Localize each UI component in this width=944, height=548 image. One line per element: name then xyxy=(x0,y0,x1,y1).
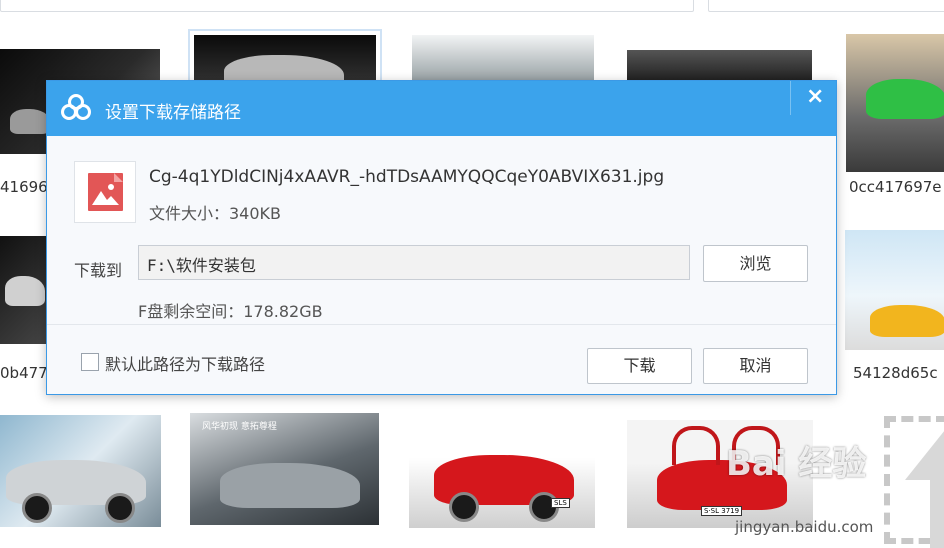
gallery-thumbnail[interactable] xyxy=(0,415,161,527)
cancel-button[interactable]: 取消 xyxy=(703,348,808,384)
baidu-watermark: Bai 经验 xyxy=(726,444,867,484)
browse-button[interactable]: 浏览 xyxy=(703,245,808,282)
car-wheel xyxy=(449,492,479,522)
gallery-thumbnail[interactable] xyxy=(412,35,594,80)
dialog-title: 设置下载存储路径 xyxy=(105,103,241,123)
gallery-thumbnail[interactable] xyxy=(0,236,46,344)
download-to-label: 下载到 xyxy=(74,261,123,280)
download-path-input[interactable]: F:\软件安装包 xyxy=(138,245,690,280)
gallery-thumbnail[interactable] xyxy=(845,230,944,350)
upload-arrow-icon xyxy=(905,430,944,480)
dialog-divider xyxy=(47,324,836,325)
thumbnail-caption: 0b477 xyxy=(0,364,46,382)
cloud-logo-icon xyxy=(61,94,91,120)
gallery-thumbnail[interactable] xyxy=(846,34,944,172)
dialog-header[interactable]: 设置下载存储路径 × xyxy=(47,81,836,136)
close-icon: × xyxy=(806,84,825,109)
car-shape xyxy=(870,305,944,337)
default-path-label[interactable]: 默认此路径为下载路径 xyxy=(105,351,265,375)
file-name: Cg-4q1YDldCINj4xAAVR_-hdTDsAAMYQQCqeY0AB… xyxy=(149,167,665,187)
download-path-dialog: 设置下载存储路径 × Cg-4q1YDldCINj4xAAVR_-hdTDsAA… xyxy=(46,80,837,395)
upload-arrow-stem xyxy=(930,478,944,548)
car-shape xyxy=(5,276,45,306)
license-plate: SLS xyxy=(551,498,570,508)
free-space-text: F盘剩余空间：178.82GB xyxy=(138,302,323,321)
download-button[interactable]: 下载 xyxy=(587,348,692,384)
watermark-url: jingyan.baidu.com xyxy=(735,518,874,536)
thumbnail-caption: 54128d65c xyxy=(853,364,938,382)
default-path-checkbox[interactable] xyxy=(81,353,99,371)
car-shape xyxy=(866,79,944,119)
car-wheel xyxy=(105,493,135,523)
gallery-thumbnail[interactable] xyxy=(627,50,812,80)
car-shape xyxy=(220,463,360,508)
top-input-right[interactable] xyxy=(708,0,944,12)
file-size: 文件大小：340KB xyxy=(149,204,282,223)
close-button[interactable]: × xyxy=(790,81,837,115)
gallery-thumbnail[interactable]: SLS xyxy=(409,420,595,528)
gullwing-door xyxy=(672,426,720,465)
image-file-icon xyxy=(88,173,123,211)
car-shape xyxy=(10,109,50,134)
file-thumbnail xyxy=(74,161,136,223)
thumbnail-caption: 41696 xyxy=(0,178,46,196)
gallery-thumbnail[interactable]: 风华初现 意拓尊程 xyxy=(190,413,379,525)
license-plate: S·SL 3719 xyxy=(701,506,743,516)
poster-text: 风华初现 意拓尊程 xyxy=(202,422,277,432)
top-input-left[interactable] xyxy=(0,0,694,12)
thumbnail-caption: 0cc417697e xyxy=(849,178,942,196)
car-wheel xyxy=(22,493,52,523)
